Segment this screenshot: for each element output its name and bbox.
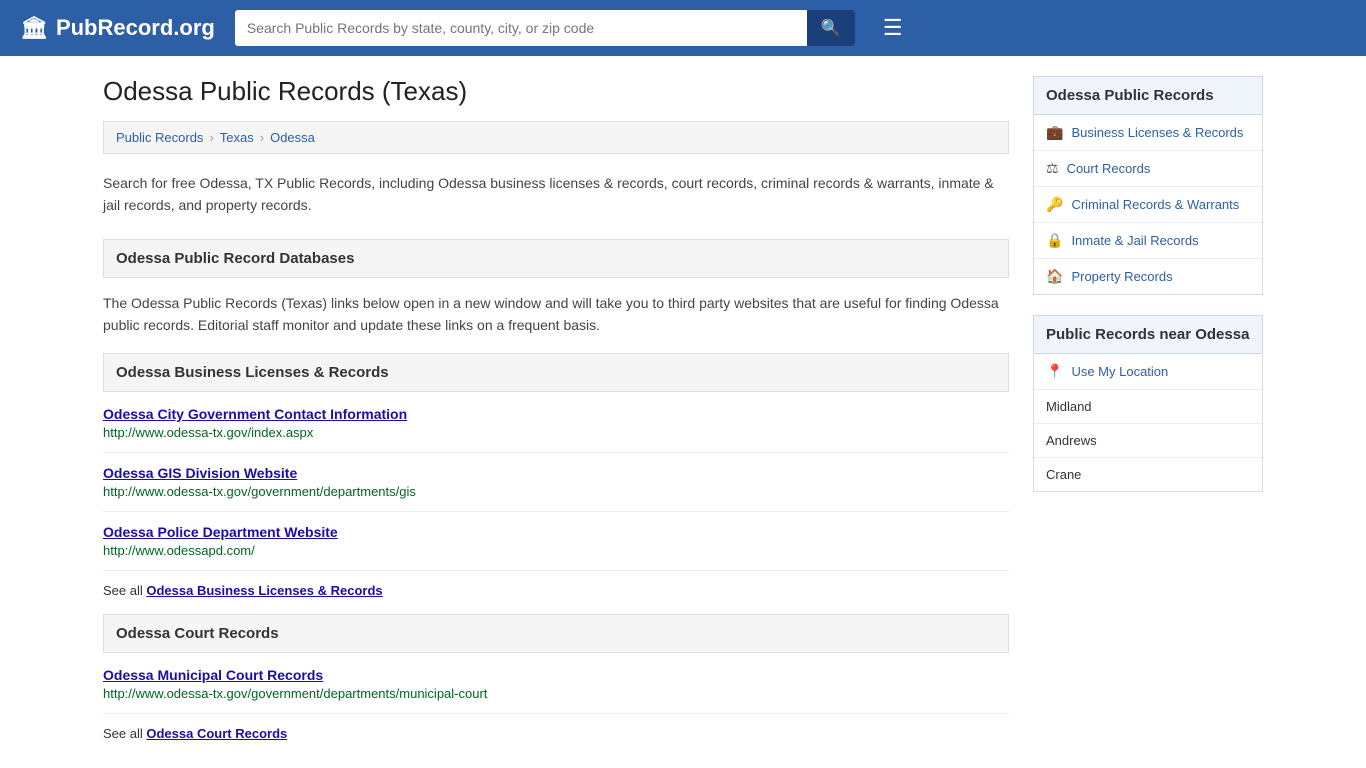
sidebar-records-title: Odessa Public Records (1033, 76, 1263, 115)
content-area: Odessa Public Records (Texas) Public Rec… (83, 56, 1283, 761)
sidebar-nearby-midland[interactable]: Midland (1034, 390, 1262, 424)
sidebar-item-inmate-label: Inmate & Jail Records (1071, 233, 1198, 248)
sidebar: Odessa Public Records 💼 Business License… (1033, 76, 1263, 741)
breadcrumb-separator-2: › (260, 130, 264, 145)
record-url: http://www.odessa-tx.gov/government/depa… (103, 484, 1009, 499)
use-location-label: Use My Location (1071, 364, 1168, 379)
breadcrumb: Public Records › Texas › Odessa (103, 121, 1009, 154)
databases-info: The Odessa Public Records (Texas) links … (103, 292, 1009, 337)
midland-label: Midland (1046, 399, 1092, 414)
logo-icon: 🏛 (20, 15, 48, 41)
sidebar-item-business-label: Business Licenses & Records (1071, 125, 1243, 140)
lock-icon: 🔒 (1046, 232, 1063, 249)
record-link-police[interactable]: Odessa Police Department Website (103, 524, 338, 540)
crane-label: Crane (1046, 467, 1081, 482)
hamburger-icon: ☰ (883, 15, 903, 40)
see-all-court: See all Odessa Court Records (103, 726, 1009, 741)
sidebar-item-property[interactable]: 🏠 Property Records (1034, 259, 1262, 294)
sidebar-records-list: 💼 Business Licenses & Records ⚖ Court Re… (1033, 115, 1263, 295)
page-description: Search for free Odessa, TX Public Record… (103, 172, 1009, 217)
breadcrumb-separator-1: › (209, 130, 213, 145)
andrews-label: Andrews (1046, 433, 1097, 448)
record-item: Odessa City Government Contact Informati… (103, 406, 1009, 453)
record-url: http://www.odessa-tx.gov/index.aspx (103, 425, 1009, 440)
location-icon: 📍 (1046, 363, 1063, 380)
sidebar-item-court[interactable]: ⚖ Court Records (1034, 151, 1262, 187)
record-link-municipal-court[interactable]: Odessa Municipal Court Records (103, 667, 323, 683)
databases-section-header: Odessa Public Record Databases (103, 239, 1009, 278)
record-url: http://www.odessa-tx.gov/government/depa… (103, 686, 1009, 701)
sidebar-item-inmate[interactable]: 🔒 Inmate & Jail Records (1034, 223, 1262, 259)
breadcrumb-link-public-records[interactable]: Public Records (116, 130, 203, 145)
record-item: Odessa GIS Division Website http://www.o… (103, 465, 1009, 512)
sidebar-item-criminal-label: Criminal Records & Warrants (1071, 197, 1239, 212)
business-records: Odessa City Government Contact Informati… (103, 406, 1009, 598)
search-form: 🔍 (235, 10, 855, 46)
record-link-gis[interactable]: Odessa GIS Division Website (103, 465, 297, 481)
key-icon: 🔑 (1046, 196, 1063, 213)
see-all-court-link[interactable]: Odessa Court Records (146, 726, 287, 741)
header: 🏛 PubRecord.org 🔍 ☰ (0, 0, 1366, 56)
sidebar-nearby-list: 📍 Use My Location Midland Andrews Crane (1033, 354, 1263, 492)
sidebar-nearby-title: Public Records near Odessa (1033, 315, 1263, 354)
sidebar-use-location[interactable]: 📍 Use My Location (1034, 354, 1262, 390)
record-title: Odessa Municipal Court Records (103, 667, 1009, 683)
sidebar-item-criminal[interactable]: 🔑 Criminal Records & Warrants (1034, 187, 1262, 223)
see-all-business: See all Odessa Business Licenses & Recor… (103, 583, 1009, 598)
menu-button[interactable]: ☰ (883, 15, 903, 41)
sidebar-item-business[interactable]: 💼 Business Licenses & Records (1034, 115, 1262, 151)
record-url: http://www.odessapd.com/ (103, 543, 1009, 558)
page-title: Odessa Public Records (Texas) (103, 76, 1009, 107)
record-item: Odessa Police Department Website http://… (103, 524, 1009, 571)
breadcrumb-link-texas[interactable]: Texas (220, 130, 254, 145)
logo[interactable]: 🏛 PubRecord.org (20, 15, 215, 41)
sidebar-nearby-andrews[interactable]: Andrews (1034, 424, 1262, 458)
sidebar-nearby-crane[interactable]: Crane (1034, 458, 1262, 491)
main-content: Odessa Public Records (Texas) Public Rec… (103, 76, 1009, 741)
search-icon: 🔍 (821, 20, 841, 37)
record-title: Odessa City Government Contact Informati… (103, 406, 1009, 422)
house-icon: 🏠 (1046, 268, 1063, 285)
sidebar-item-court-label: Court Records (1067, 161, 1151, 176)
breadcrumb-link-odessa[interactable]: Odessa (270, 130, 315, 145)
scales-icon: ⚖ (1046, 160, 1059, 177)
sidebar-item-property-label: Property Records (1071, 269, 1172, 284)
court-section-header: Odessa Court Records (103, 614, 1009, 653)
record-item: Odessa Municipal Court Records http://ww… (103, 667, 1009, 714)
search-input[interactable] (235, 10, 807, 46)
record-link-city-gov[interactable]: Odessa City Government Contact Informati… (103, 406, 407, 422)
see-all-business-link[interactable]: Odessa Business Licenses & Records (146, 583, 382, 598)
record-title: Odessa Police Department Website (103, 524, 1009, 540)
business-section-header: Odessa Business Licenses & Records (103, 353, 1009, 392)
briefcase-icon: 💼 (1046, 124, 1063, 141)
record-title: Odessa GIS Division Website (103, 465, 1009, 481)
logo-text: PubRecord.org (56, 15, 215, 41)
court-records: Odessa Municipal Court Records http://ww… (103, 667, 1009, 741)
search-button[interactable]: 🔍 (807, 10, 855, 46)
